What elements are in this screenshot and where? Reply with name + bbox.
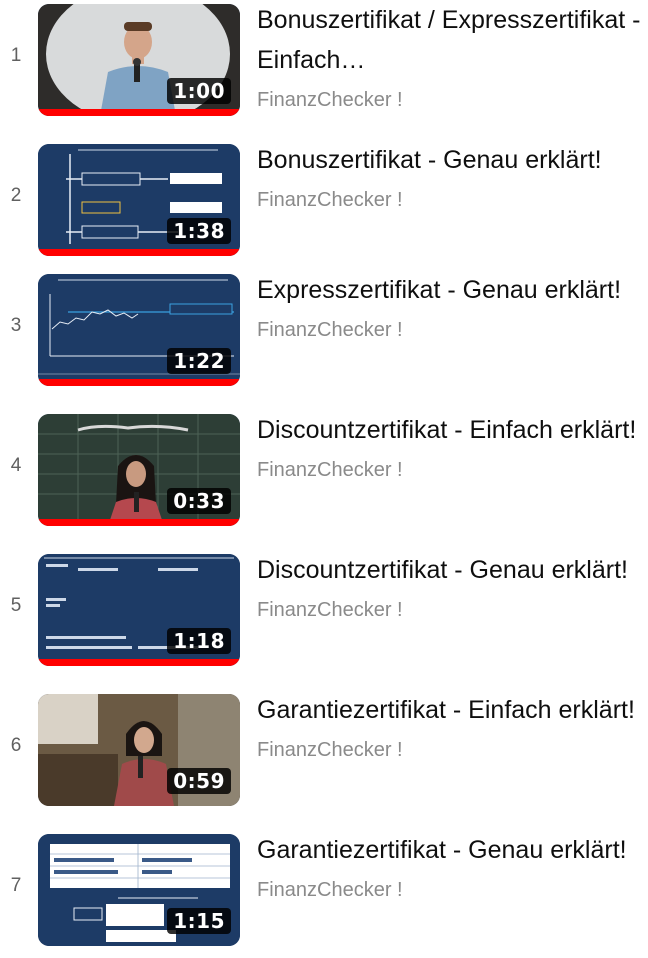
video-thumbnail[interactable]: 1:18 xyxy=(38,554,240,666)
playlist-item[interactable]: 4 0:33 Discountzertifikat - Einfach erkl… xyxy=(0,410,648,538)
item-index: 5 xyxy=(10,595,22,616)
video-info: Bonuszertifikat - Genau erklärt! FinanzC… xyxy=(257,140,648,212)
item-index: 1 xyxy=(10,45,22,66)
video-title[interactable]: Expresszertifikat - Genau erklärt! xyxy=(257,270,648,310)
channel-name[interactable]: FinanzChecker ! xyxy=(257,318,648,342)
video-title[interactable]: Discountzertifikat - Einfach erklärt! xyxy=(257,410,648,450)
item-index: 6 xyxy=(10,735,22,756)
video-thumbnail[interactable]: 0:59 xyxy=(38,694,240,806)
video-title[interactable]: Bonuszertifikat / Expresszertifikat - Ei… xyxy=(257,0,648,80)
item-index: 4 xyxy=(10,455,22,476)
item-index: 3 xyxy=(10,315,22,336)
duration-badge: 0:33 xyxy=(167,488,231,514)
playlist-item[interactable]: 1 1:00 Bonuszertifikat / Expresszertifik… xyxy=(0,0,648,128)
channel-name[interactable]: FinanzChecker ! xyxy=(257,458,648,482)
video-thumbnail[interactable]: 1:38 xyxy=(38,144,240,256)
playlist-item[interactable]: 6 0:59 Garantiezertifikat - Einfach erkl… xyxy=(0,690,648,818)
video-info: Expresszertifikat - Genau erklärt! Finan… xyxy=(257,270,648,342)
item-index: 7 xyxy=(10,875,22,896)
video-thumbnail[interactable]: 1:15 xyxy=(38,834,240,946)
duration-badge: 0:59 xyxy=(167,768,231,794)
channel-name[interactable]: FinanzChecker ! xyxy=(257,598,648,622)
duration-badge: 1:00 xyxy=(167,78,231,104)
video-thumbnail[interactable]: 1:22 xyxy=(38,274,240,386)
watch-progress-bar xyxy=(38,379,240,386)
watch-progress-bar xyxy=(38,109,240,116)
duration-badge: 1:18 xyxy=(167,628,231,654)
video-info: Garantiezertifikat - Genau erklärt! Fina… xyxy=(257,830,648,902)
channel-name[interactable]: FinanzChecker ! xyxy=(257,88,648,112)
video-thumbnail[interactable]: 1:00 xyxy=(38,4,240,116)
video-info: Discountzertifikat - Genau erklärt! Fina… xyxy=(257,550,648,622)
duration-badge: 1:38 xyxy=(167,218,231,244)
channel-name[interactable]: FinanzChecker ! xyxy=(257,738,648,762)
watch-progress-bar xyxy=(38,249,240,256)
playlist-item[interactable]: 2 1:38 Bonuszertifikat - Genau erklärt! … xyxy=(0,140,648,268)
channel-name[interactable]: FinanzChecker ! xyxy=(257,878,648,902)
playlist: 1 1:00 Bonuszertifikat / Expresszertifik… xyxy=(0,0,648,950)
video-info: Garantiezertifikat - Einfach erklärt! Fi… xyxy=(257,690,648,762)
video-info: Bonuszertifikat / Expresszertifikat - Ei… xyxy=(257,0,648,112)
video-title[interactable]: Garantiezertifikat - Einfach erklärt! xyxy=(257,690,648,730)
channel-name[interactable]: FinanzChecker ! xyxy=(257,188,648,212)
video-info: Discountzertifikat - Einfach erklärt! Fi… xyxy=(257,410,648,482)
watch-progress-bar xyxy=(38,519,240,526)
item-index: 2 xyxy=(10,185,22,206)
video-thumbnail[interactable]: 0:33 xyxy=(38,414,240,526)
duration-badge: 1:22 xyxy=(167,348,231,374)
video-title[interactable]: Garantiezertifikat - Genau erklärt! xyxy=(257,830,648,870)
playlist-item[interactable]: 3 1:22 Expresszertifikat - Genau erklärt… xyxy=(0,270,648,398)
playlist-item[interactable]: 5 1:18 Discountzertifikat - Genau erklär… xyxy=(0,550,648,678)
video-title[interactable]: Bonuszertifikat - Genau erklärt! xyxy=(257,140,648,180)
playlist-item[interactable]: 7 1:15 Garantiezertifikat - Genau erklär… xyxy=(0,830,648,958)
video-title[interactable]: Discountzertifikat - Genau erklärt! xyxy=(257,550,648,590)
duration-badge: 1:15 xyxy=(167,908,231,934)
watch-progress-bar xyxy=(38,659,240,666)
